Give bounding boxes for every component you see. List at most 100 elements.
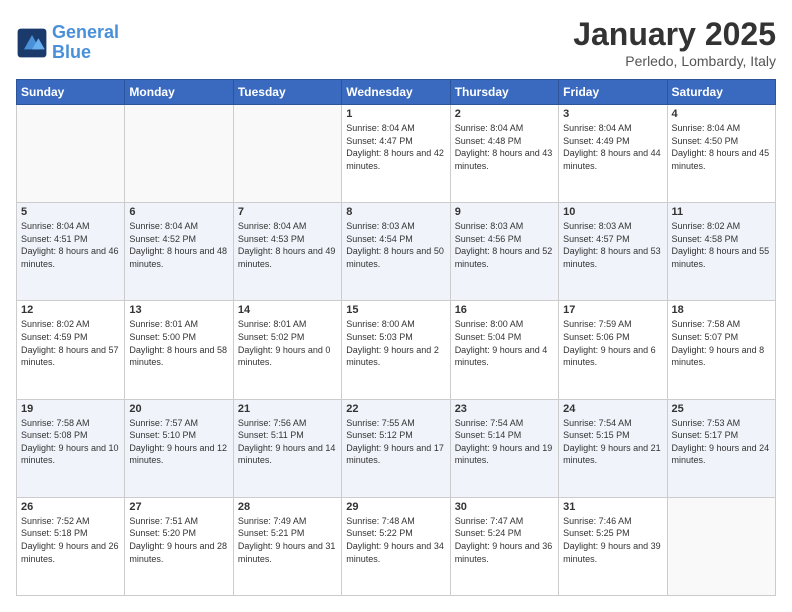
- day-number: 11: [672, 206, 771, 218]
- day-number: 17: [563, 304, 662, 316]
- calendar-week-row: 1 Sunrise: 8:04 AM Sunset: 4:47 PM Daylig…: [17, 105, 776, 203]
- day-info: Sunrise: 7:48 AM Sunset: 5:22 PM Dayligh…: [346, 515, 445, 565]
- day-info: Sunrise: 8:04 AM Sunset: 4:51 PM Dayligh…: [21, 220, 120, 270]
- day-number: 7: [238, 206, 337, 218]
- day-number: 19: [21, 403, 120, 415]
- day-number: 31: [563, 501, 662, 513]
- calendar-day-cell: 10 Sunrise: 8:03 AM Sunset: 4:57 PM Dayli…: [559, 203, 667, 301]
- logo-icon: [16, 27, 48, 59]
- day-number: 13: [129, 304, 228, 316]
- calendar-day-cell: 30 Sunrise: 7:47 AM Sunset: 5:24 PM Dayli…: [450, 497, 558, 595]
- day-info: Sunrise: 7:55 AM Sunset: 5:12 PM Dayligh…: [346, 417, 445, 467]
- logo: General Blue: [16, 23, 119, 63]
- day-number: 20: [129, 403, 228, 415]
- day-number: 18: [672, 304, 771, 316]
- logo-line2: Blue: [52, 43, 119, 63]
- day-of-week-header: Tuesday: [233, 80, 341, 105]
- day-info: Sunrise: 7:49 AM Sunset: 5:21 PM Dayligh…: [238, 515, 337, 565]
- title-block: January 2025 Perledo, Lombardy, Italy: [573, 16, 776, 69]
- calendar-day-cell: 11 Sunrise: 8:02 AM Sunset: 4:58 PM Dayli…: [667, 203, 775, 301]
- day-info: Sunrise: 7:59 AM Sunset: 5:06 PM Dayligh…: [563, 318, 662, 368]
- calendar-day-cell: 6 Sunrise: 8:04 AM Sunset: 4:52 PM Daylig…: [125, 203, 233, 301]
- day-info: Sunrise: 7:58 AM Sunset: 5:08 PM Dayligh…: [21, 417, 120, 467]
- header: General Blue January 2025 Perledo, Lomba…: [16, 16, 776, 69]
- calendar-day-cell: 24Sunrise: 7:54 AM Sunset: 5:15 PM Dayli…: [559, 399, 667, 497]
- calendar-day-cell: 14 Sunrise: 8:01 AM Sunset: 5:02 PM Dayli…: [233, 301, 341, 399]
- calendar-day-cell: 21 Sunrise: 7:56 AM Sunset: 5:11 PM Dayli…: [233, 399, 341, 497]
- calendar-page: General Blue January 2025 Perledo, Lomba…: [0, 0, 792, 612]
- calendar-day-cell: 17 Sunrise: 7:59 AM Sunset: 5:06 PM Dayli…: [559, 301, 667, 399]
- day-info: Sunrise: 8:02 AM Sunset: 4:58 PM Dayligh…: [672, 220, 771, 270]
- day-number: 21: [238, 403, 337, 415]
- day-info: Sunrise: 7:51 AM Sunset: 5:20 PM Dayligh…: [129, 515, 228, 565]
- day-info: Sunrise: 8:00 AM Sunset: 5:03 PM Dayligh…: [346, 318, 445, 368]
- day-number: 24: [563, 403, 662, 415]
- day-info: Sunrise: 7:53 AM Sunset: 5:17 PM Dayligh…: [672, 417, 771, 467]
- day-number: 25: [672, 403, 771, 415]
- calendar-day-cell: [667, 497, 775, 595]
- day-number: 28: [238, 501, 337, 513]
- day-number: 12: [21, 304, 120, 316]
- day-number: 30: [455, 501, 554, 513]
- day-number: 3: [563, 108, 662, 120]
- day-info: Sunrise: 7:47 AM Sunset: 5:24 PM Dayligh…: [455, 515, 554, 565]
- calendar-day-cell: 23 Sunrise: 7:54 AM Sunset: 5:14 PM Dayli…: [450, 399, 558, 497]
- calendar-week-row: 26 Sunrise: 7:52 AM Sunset: 5:18 PM Dayli…: [17, 497, 776, 595]
- calendar-day-cell: 27 Sunrise: 7:51 AM Sunset: 5:20 PM Dayli…: [125, 497, 233, 595]
- day-number: 27: [129, 501, 228, 513]
- calendar-day-cell: 16Sunrise: 8:00 AM Sunset: 5:04 PM Dayli…: [450, 301, 558, 399]
- day-number: 1: [346, 108, 445, 120]
- day-info: Sunrise: 8:04 AM Sunset: 4:52 PM Dayligh…: [129, 220, 228, 270]
- calendar-day-cell: [125, 105, 233, 203]
- day-info: Sunrise: 8:04 AM Sunset: 4:50 PM Dayligh…: [672, 122, 771, 172]
- day-number: 22: [346, 403, 445, 415]
- day-number: 5: [21, 206, 120, 218]
- calendar-day-cell: 28 Sunrise: 7:49 AM Sunset: 5:21 PM Dayli…: [233, 497, 341, 595]
- calendar-day-cell: [233, 105, 341, 203]
- day-number: 2: [455, 108, 554, 120]
- day-info: Sunrise: 8:04 AM Sunset: 4:53 PM Dayligh…: [238, 220, 337, 270]
- location: Perledo, Lombardy, Italy: [573, 53, 776, 69]
- calendar-day-cell: 13Sunrise: 8:01 AM Sunset: 5:00 PM Dayli…: [125, 301, 233, 399]
- calendar-header-row: SundayMondayTuesdayWednesdayThursdayFrid…: [17, 80, 776, 105]
- day-info: Sunrise: 8:04 AM Sunset: 4:48 PM Dayligh…: [455, 122, 554, 172]
- day-info: Sunrise: 8:00 AM Sunset: 5:04 PM Dayligh…: [455, 318, 554, 368]
- calendar-week-row: 5 Sunrise: 8:04 AM Sunset: 4:51 PM Daylig…: [17, 203, 776, 301]
- calendar-day-cell: 20 Sunrise: 7:57 AM Sunset: 5:10 PM Dayli…: [125, 399, 233, 497]
- day-number: 6: [129, 206, 228, 218]
- day-number: 26: [21, 501, 120, 513]
- calendar-day-cell: 31 Sunrise: 7:46 AM Sunset: 5:25 PM Dayli…: [559, 497, 667, 595]
- day-number: 15: [346, 304, 445, 316]
- day-info: Sunrise: 8:02 AM Sunset: 4:59 PM Dayligh…: [21, 318, 120, 368]
- day-number: 23: [455, 403, 554, 415]
- day-number: 9: [455, 206, 554, 218]
- day-info: Sunrise: 7:57 AM Sunset: 5:10 PM Dayligh…: [129, 417, 228, 467]
- day-number: 8: [346, 206, 445, 218]
- day-info: Sunrise: 7:56 AM Sunset: 5:11 PM Dayligh…: [238, 417, 337, 467]
- calendar-week-row: 12 Sunrise: 8:02 AM Sunset: 4:59 PM Dayli…: [17, 301, 776, 399]
- calendar-week-row: 19 Sunrise: 7:58 AM Sunset: 5:08 PM Dayli…: [17, 399, 776, 497]
- day-info: Sunrise: 8:04 AM Sunset: 4:47 PM Dayligh…: [346, 122, 445, 172]
- day-number: 14: [238, 304, 337, 316]
- day-info: Sunrise: 8:03 AM Sunset: 4:57 PM Dayligh…: [563, 220, 662, 270]
- calendar-day-cell: 9Sunrise: 8:03 AM Sunset: 4:56 PM Daylig…: [450, 203, 558, 301]
- day-of-week-header: Saturday: [667, 80, 775, 105]
- calendar-table: SundayMondayTuesdayWednesdayThursdayFrid…: [16, 79, 776, 596]
- calendar-day-cell: 4 Sunrise: 8:04 AM Sunset: 4:50 PM Daylig…: [667, 105, 775, 203]
- day-info: Sunrise: 7:58 AM Sunset: 5:07 PM Dayligh…: [672, 318, 771, 368]
- day-of-week-header: Wednesday: [342, 80, 450, 105]
- day-info: Sunrise: 7:52 AM Sunset: 5:18 PM Dayligh…: [21, 515, 120, 565]
- day-info: Sunrise: 8:01 AM Sunset: 5:02 PM Dayligh…: [238, 318, 337, 368]
- calendar-day-cell: 5 Sunrise: 8:04 AM Sunset: 4:51 PM Daylig…: [17, 203, 125, 301]
- calendar-day-cell: 8Sunrise: 8:03 AM Sunset: 4:54 PM Daylig…: [342, 203, 450, 301]
- day-number: 4: [672, 108, 771, 120]
- calendar-day-cell: 3Sunrise: 8:04 AM Sunset: 4:49 PM Daylig…: [559, 105, 667, 203]
- day-info: Sunrise: 7:46 AM Sunset: 5:25 PM Dayligh…: [563, 515, 662, 565]
- calendar-day-cell: 18 Sunrise: 7:58 AM Sunset: 5:07 PM Dayli…: [667, 301, 775, 399]
- day-info: Sunrise: 7:54 AM Sunset: 5:14 PM Dayligh…: [455, 417, 554, 467]
- day-number: 10: [563, 206, 662, 218]
- calendar-day-cell: 29Sunrise: 7:48 AM Sunset: 5:22 PM Dayli…: [342, 497, 450, 595]
- calendar-day-cell: 26 Sunrise: 7:52 AM Sunset: 5:18 PM Dayli…: [17, 497, 125, 595]
- calendar-day-cell: 1 Sunrise: 8:04 AM Sunset: 4:47 PM Daylig…: [342, 105, 450, 203]
- logo-text: General Blue: [52, 23, 119, 63]
